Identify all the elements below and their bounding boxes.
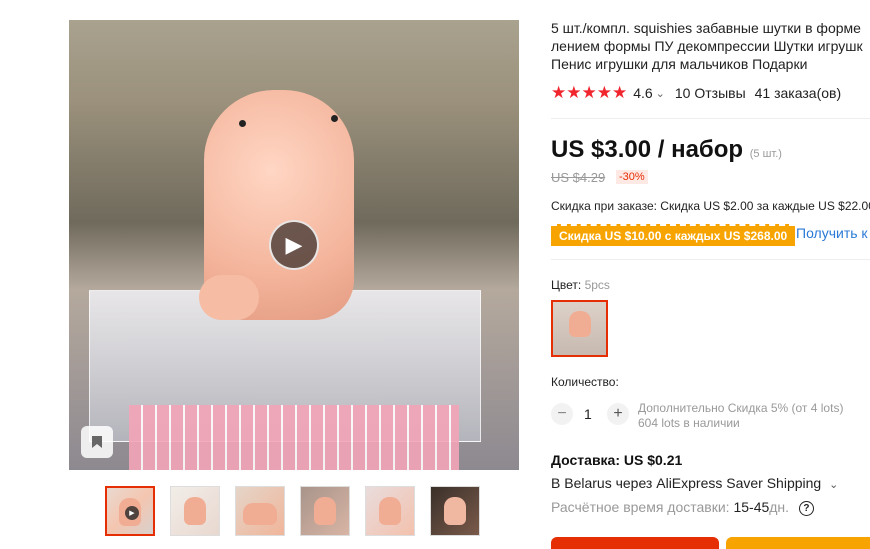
swatch-image [568, 311, 591, 337]
price-value: US $3.00 / набор [551, 136, 744, 163]
delivery-time: Расчётное время доставки: 15-45дн. ? [551, 499, 814, 516]
divider [551, 118, 870, 119]
product-title: 5 шт./компл. squishies забавные шутки в … [551, 19, 870, 73]
star-rating-icon: ★★★★★ [551, 83, 628, 102]
thumbnail-1-video[interactable]: ▶ [105, 486, 155, 536]
color-label-text: Цвет: [551, 278, 582, 292]
thumbnail-image [184, 497, 206, 525]
rating-value[interactable]: 4.6 [633, 85, 652, 101]
play-glyph: ▶ [285, 232, 303, 257]
quantity-minus-button[interactable]: − [551, 403, 573, 425]
image-toy-eye-left [239, 120, 246, 127]
delivery-time-unit: дн. [769, 499, 790, 515]
thumbnail-4[interactable] [300, 486, 350, 536]
thumbnail-5[interactable] [365, 486, 415, 536]
price-unit: (5 шт.) [749, 148, 782, 160]
divider [551, 259, 870, 260]
color-option-5pcs[interactable] [551, 300, 608, 357]
thumbnail-image [314, 497, 336, 525]
get-coupon-link[interactable]: Получить к [796, 225, 868, 241]
shipping-cost: Доставка: US $0.21 [551, 452, 683, 468]
bulk-discount-text: Дополнительно Скидка 5% (от 4 lots) [638, 401, 844, 415]
help-icon[interactable]: ? [798, 500, 814, 516]
title-line: 5 шт./компл. squishies забавные шутки в … [551, 20, 861, 36]
stock-text: 604 lots в наличии [638, 416, 740, 430]
thumbnail-3[interactable] [235, 486, 285, 536]
delivery-time-value: 15-45 [733, 499, 770, 515]
reviews-link[interactable]: 10 Отзывы [675, 85, 746, 101]
title-line: Пенис игрушки для мальчиков Подарки [551, 56, 808, 72]
image-toy-foot [199, 275, 259, 320]
video-play-icon[interactable]: ▶ [269, 220, 319, 270]
price-original: US $4.29 [551, 170, 606, 185]
price-current: US $3.00 / набор (5 шт.) [551, 136, 782, 164]
bookmark-icon[interactable] [81, 426, 113, 458]
color-selected-value: 5pcs [584, 278, 610, 292]
quantity-plus-button[interactable]: + [607, 403, 629, 425]
thumbnail-image [243, 503, 277, 525]
shipping-method-text: В Belarus через AliExpress Saver Shippin… [551, 475, 822, 491]
thumbnail-image [444, 497, 466, 525]
discount-badge: -30% [616, 170, 648, 184]
thumbnail-play-icon: ▶ [125, 506, 139, 520]
quantity-input[interactable]: 1 [584, 406, 592, 422]
shipping-method[interactable]: В Belarus через AliExpress Saver Shippin… [551, 475, 838, 491]
buy-now-button[interactable] [551, 537, 719, 549]
bookmark-glyph [92, 436, 102, 448]
rating-row: ★★★★★ 4.6 ⌄ 10 Отзывы 41 заказа(ов) [551, 83, 841, 103]
thumbnail-image [379, 497, 401, 525]
quantity-info: Дополнительно Скидка 5% (от 4 lots) 604 … [638, 401, 843, 431]
image-toy-eye-right [331, 115, 338, 122]
delivery-time-label: Расчётное время доставки: [551, 499, 730, 515]
main-product-image[interactable]: ▶ [69, 20, 519, 470]
quantity-label: Количество: [551, 375, 619, 389]
chevron-down-icon[interactable]: ⌄ [656, 87, 665, 100]
coupon-badge: Скидка US $10.00 с каждых US $268.00 [551, 224, 796, 246]
add-to-cart-button[interactable] [726, 537, 870, 549]
order-discount-text: Скидка при заказе: Скидка US $2.00 за ка… [551, 199, 870, 213]
color-label: Цвет: 5pcs [551, 278, 610, 292]
chevron-down-icon: ⌄ [829, 479, 839, 491]
thumbnail-6[interactable] [430, 486, 480, 536]
title-line: лением формы ПУ декомпрессии Шутки игруш… [551, 38, 863, 54]
orders-count: 41 заказа(ов) [754, 85, 842, 101]
thumbnail-2[interactable] [170, 486, 220, 536]
image-pink-mat [129, 405, 459, 470]
